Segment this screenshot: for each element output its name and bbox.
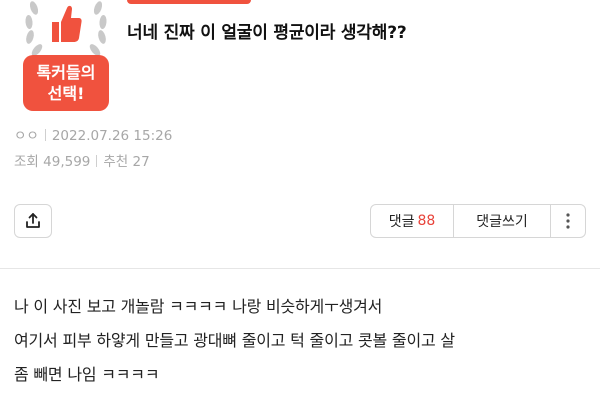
comments-button[interactable]: 댓글 88 bbox=[371, 205, 453, 237]
thumbs-up-icon bbox=[52, 5, 82, 43]
comments-count: 88 bbox=[417, 213, 436, 229]
badge-banner: 톡커들의 선택! bbox=[23, 55, 109, 111]
views-count: 49,599 bbox=[43, 154, 91, 170]
post-title: 너네 진짜 이 얼굴이 평균이라 생각해?? bbox=[127, 23, 407, 43]
comments-label: 댓글 bbox=[388, 214, 415, 230]
views-label: 조회 bbox=[14, 154, 39, 170]
write-comment-label: 댓글쓰기 bbox=[476, 214, 528, 230]
likes-count: 27 bbox=[132, 154, 150, 170]
post-author[interactable]: ㅇㅇ bbox=[14, 128, 39, 144]
badge-line2: 선택! bbox=[47, 84, 85, 103]
meta-divider bbox=[96, 155, 98, 167]
talkers-choice-badge: 톡커들의 선택! bbox=[20, 0, 112, 115]
more-vertical-icon bbox=[566, 213, 570, 229]
post-date: 2022.07.26 15:26 bbox=[51, 128, 173, 144]
share-icon bbox=[26, 213, 40, 228]
post-meta-row: ㅇㅇ 2022.07.26 15:26 bbox=[14, 124, 172, 144]
meta-divider bbox=[44, 129, 46, 141]
badge-line1: 톡커들의 bbox=[36, 63, 96, 82]
post-body-line: 나 이 사진 보고 개놀람 ㅋㅋㅋㅋ 나랑 비슷하게ㅜ생겨서 bbox=[14, 297, 383, 316]
more-options-button[interactable] bbox=[550, 205, 585, 237]
likes-label: 추천 bbox=[103, 154, 129, 170]
content-divider bbox=[0, 268, 600, 269]
post-action-group: 댓글 88 댓글쓰기 bbox=[370, 204, 586, 238]
post-body-line: 좀 빼면 나임 ㅋㅋㅋㅋ bbox=[14, 365, 160, 384]
share-button[interactable] bbox=[14, 204, 52, 238]
post-stats-row: 조회 49,599 추천 27 bbox=[14, 150, 150, 170]
post-body-line: 여기서 피부 하얗게 만들고 광대뼈 줄이고 턱 줄이고 콧볼 줄이고 살 bbox=[14, 331, 455, 350]
post-body: 나 이 사진 보고 개놀람 ㅋㅋㅋㅋ 나랑 비슷하게ㅜ생겨서 여기서 피부 하얗… bbox=[14, 290, 600, 392]
write-comment-button[interactable]: 댓글쓰기 bbox=[453, 205, 550, 237]
top-accent-bar bbox=[127, 0, 251, 4]
